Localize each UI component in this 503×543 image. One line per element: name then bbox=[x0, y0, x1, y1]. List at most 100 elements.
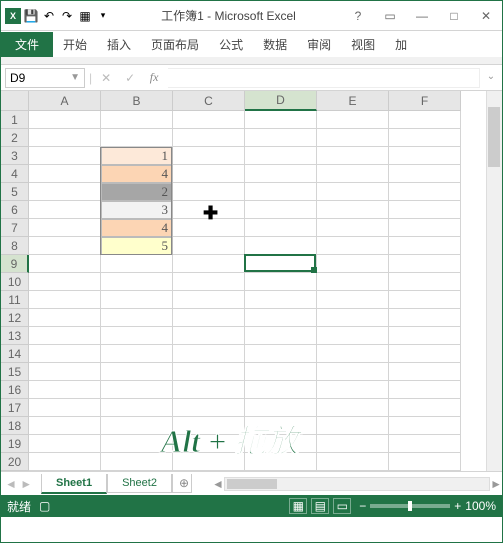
row-header-12[interactable]: 12 bbox=[1, 309, 29, 327]
cell-E16[interactable] bbox=[317, 381, 389, 399]
cell-D16[interactable] bbox=[245, 381, 317, 399]
cell-F1[interactable] bbox=[389, 111, 461, 129]
cell-C2[interactable] bbox=[173, 129, 245, 147]
cell-F6[interactable] bbox=[389, 201, 461, 219]
qat-more-icon[interactable]: ▾ bbox=[95, 8, 111, 24]
view-normal-icon[interactable]: ▦ bbox=[289, 498, 307, 514]
cell-A4[interactable] bbox=[29, 165, 101, 183]
cell-D1[interactable] bbox=[245, 111, 317, 129]
cell-F3[interactable] bbox=[389, 147, 461, 165]
cell-B3[interactable]: 1 bbox=[101, 147, 173, 165]
close-icon[interactable]: ✕ bbox=[474, 6, 498, 26]
fx-icon[interactable]: fx bbox=[144, 70, 164, 85]
cell-B1[interactable] bbox=[101, 111, 173, 129]
cell-F7[interactable] bbox=[389, 219, 461, 237]
macro-record-icon[interactable]: ▢ bbox=[39, 499, 50, 513]
cell-D2[interactable] bbox=[245, 129, 317, 147]
help-icon[interactable]: ? bbox=[346, 6, 370, 26]
row-header-11[interactable]: 11 bbox=[1, 291, 29, 309]
cell-E15[interactable] bbox=[317, 363, 389, 381]
cell-B16[interactable] bbox=[101, 381, 173, 399]
cell-B10[interactable] bbox=[101, 273, 173, 291]
vertical-scrollbar[interactable] bbox=[486, 91, 502, 471]
cell-F20[interactable] bbox=[389, 453, 461, 471]
tab-data[interactable]: 数据 bbox=[253, 32, 297, 57]
cell-A18[interactable] bbox=[29, 417, 101, 435]
row-header-18[interactable]: 18 bbox=[1, 417, 29, 435]
view-break-icon[interactable]: ▭ bbox=[333, 498, 351, 514]
cell-F2[interactable] bbox=[389, 129, 461, 147]
cell-D15[interactable] bbox=[245, 363, 317, 381]
row-header-7[interactable]: 7 bbox=[1, 219, 29, 237]
zoom-thumb[interactable] bbox=[408, 501, 412, 511]
cell-E11[interactable] bbox=[317, 291, 389, 309]
col-header-F[interactable]: F bbox=[389, 91, 461, 111]
row-header-15[interactable]: 15 bbox=[1, 363, 29, 381]
formula-expand-icon[interactable]: ⌄ bbox=[484, 71, 498, 85]
zoom-in-button[interactable]: + bbox=[454, 499, 461, 513]
col-header-A[interactable]: A bbox=[29, 91, 101, 111]
cell-E4[interactable] bbox=[317, 165, 389, 183]
cell-A6[interactable] bbox=[29, 201, 101, 219]
cell-A5[interactable] bbox=[29, 183, 101, 201]
cell-F16[interactable] bbox=[389, 381, 461, 399]
cell-C15[interactable] bbox=[173, 363, 245, 381]
col-header-D[interactable]: D bbox=[245, 91, 317, 111]
formula-enter-icon[interactable]: ✓ bbox=[120, 71, 140, 85]
row-header-14[interactable]: 14 bbox=[1, 345, 29, 363]
formula-input[interactable] bbox=[168, 68, 480, 88]
horizontal-scroll-thumb[interactable] bbox=[227, 479, 277, 489]
cell-F18[interactable] bbox=[389, 417, 461, 435]
row-header-13[interactable]: 13 bbox=[1, 327, 29, 345]
cell-F15[interactable] bbox=[389, 363, 461, 381]
tab-review[interactable]: 审阅 bbox=[297, 32, 341, 57]
tab-home[interactable]: 开始 bbox=[53, 32, 97, 57]
row-header-19[interactable]: 19 bbox=[1, 435, 29, 453]
view-layout-icon[interactable]: ▤ bbox=[311, 498, 329, 514]
cell-A16[interactable] bbox=[29, 381, 101, 399]
zoom-percent[interactable]: 100% bbox=[465, 499, 496, 513]
name-box[interactable]: D9 ▼ bbox=[5, 68, 85, 88]
cell-E19[interactable] bbox=[317, 435, 389, 453]
cell-E1[interactable] bbox=[317, 111, 389, 129]
minimize-icon[interactable]: — bbox=[410, 6, 434, 26]
row-header-9[interactable]: 9 bbox=[1, 255, 29, 273]
cell-F12[interactable] bbox=[389, 309, 461, 327]
cell-F9[interactable] bbox=[389, 255, 461, 273]
cell-D6[interactable] bbox=[245, 201, 317, 219]
cell-A15[interactable] bbox=[29, 363, 101, 381]
cell-C11[interactable] bbox=[173, 291, 245, 309]
maximize-icon[interactable]: □ bbox=[442, 6, 466, 26]
row-header-2[interactable]: 2 bbox=[1, 129, 29, 147]
row-header-16[interactable]: 16 bbox=[1, 381, 29, 399]
cell-D12[interactable] bbox=[245, 309, 317, 327]
cell-A20[interactable] bbox=[29, 453, 101, 471]
cell-E9[interactable] bbox=[317, 255, 389, 273]
cell-F5[interactable] bbox=[389, 183, 461, 201]
tab-layout[interactable]: 页面布局 bbox=[141, 32, 209, 57]
tab-formulas[interactable]: 公式 bbox=[209, 32, 253, 57]
cell-E5[interactable] bbox=[317, 183, 389, 201]
row-header-4[interactable]: 4 bbox=[1, 165, 29, 183]
zoom-slider[interactable] bbox=[370, 504, 450, 508]
undo-icon[interactable]: ↶ bbox=[41, 8, 57, 24]
cell-E14[interactable] bbox=[317, 345, 389, 363]
cell-F8[interactable] bbox=[389, 237, 461, 255]
cell-D8[interactable] bbox=[245, 237, 317, 255]
cell-A7[interactable] bbox=[29, 219, 101, 237]
cell-B4[interactable]: 4 bbox=[101, 165, 173, 183]
cell-C16[interactable] bbox=[173, 381, 245, 399]
col-header-C[interactable]: C bbox=[173, 91, 245, 111]
cell-B14[interactable] bbox=[101, 345, 173, 363]
zoom-out-button[interactable]: − bbox=[359, 499, 366, 513]
cell-B11[interactable] bbox=[101, 291, 173, 309]
cell-F11[interactable] bbox=[389, 291, 461, 309]
formula-cancel-icon[interactable]: ✕ bbox=[96, 71, 116, 85]
cell-B13[interactable] bbox=[101, 327, 173, 345]
cell-F10[interactable] bbox=[389, 273, 461, 291]
cell-A9[interactable] bbox=[29, 255, 101, 273]
cell-E10[interactable] bbox=[317, 273, 389, 291]
cell-A3[interactable] bbox=[29, 147, 101, 165]
sheet-tab-1[interactable]: Sheet1 bbox=[41, 474, 107, 494]
cell-C1[interactable] bbox=[173, 111, 245, 129]
